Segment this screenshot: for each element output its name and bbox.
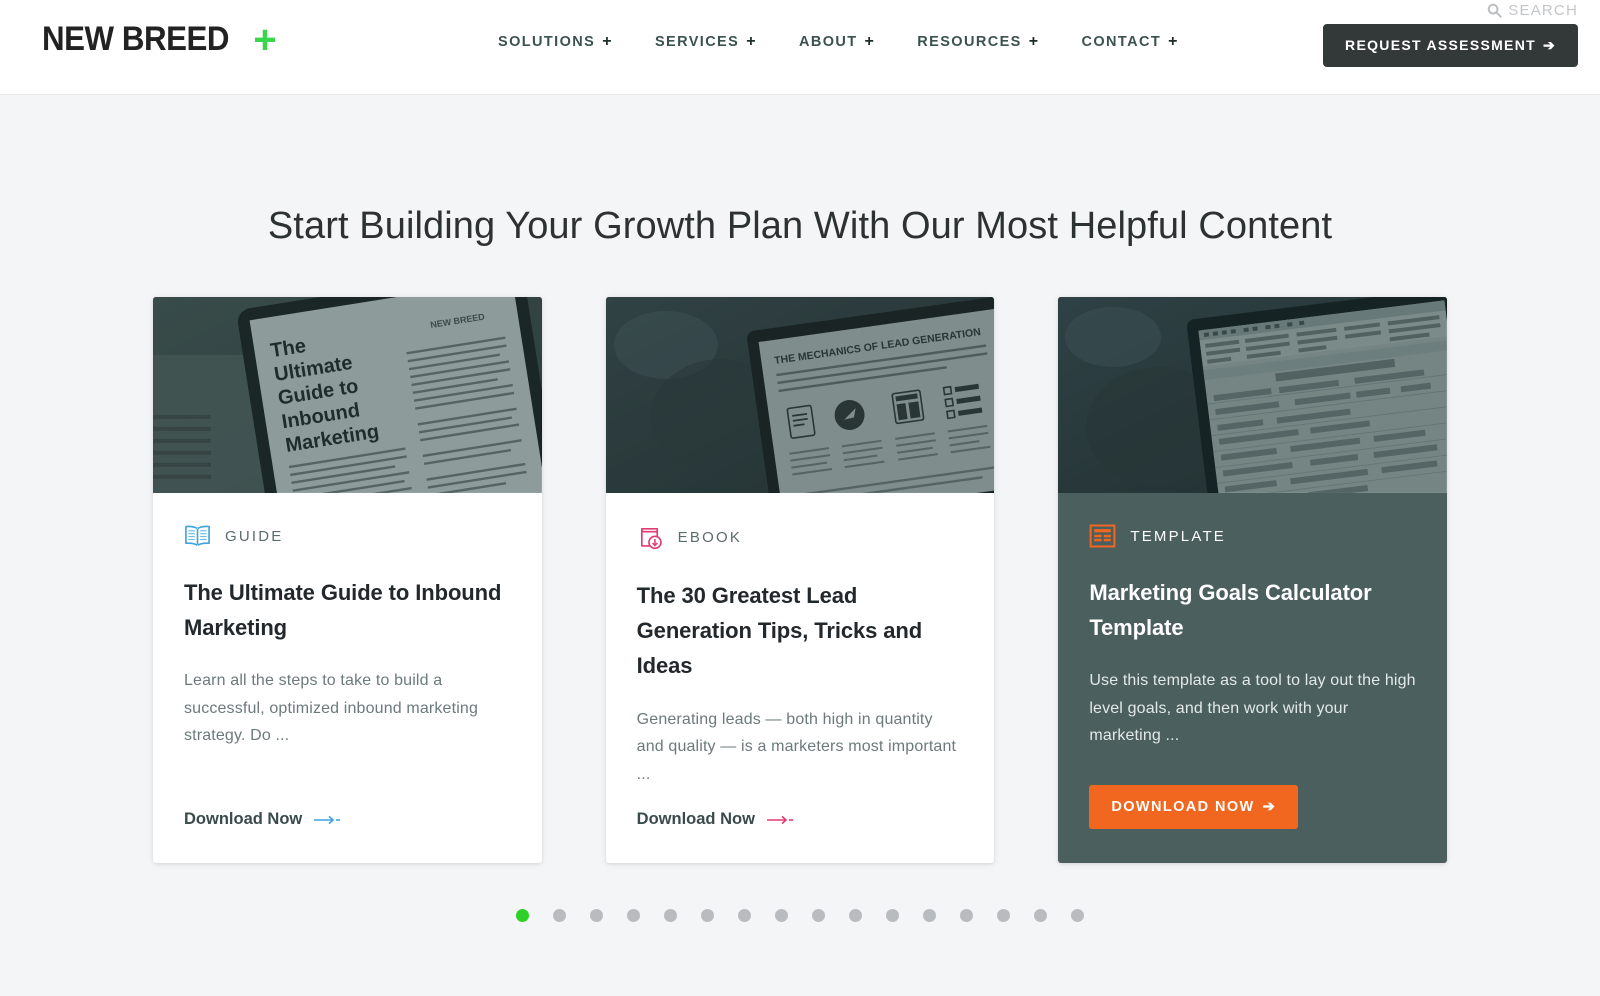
- arrow-right-icon: [766, 815, 793, 824]
- arrow-right-icon: ➔: [1542, 37, 1556, 53]
- content-card-guide[interactable]: The Ultimate Guide to Inbound Marketing NE…: [153, 297, 542, 864]
- nav-item-services[interactable]: SERVICES +: [655, 33, 757, 51]
- card-body-ebook: EBOOK The 30 Greatest Lead Generation Ti…: [606, 493, 995, 863]
- card-image-template-graphic: [1058, 297, 1447, 493]
- nav-item-label: CONTACT: [1081, 34, 1162, 50]
- card-kicker-label: GUIDE: [225, 527, 284, 545]
- card-image-template: [1058, 297, 1448, 493]
- card-description: Generating leads — both high in quantity…: [636, 710, 957, 783]
- download-now-link[interactable]: Download Now: [184, 810, 341, 829]
- carousel-dot[interactable]: [960, 909, 973, 923]
- carousel-pagination: [0, 909, 1600, 923]
- card-description: Use this template as a tool to lay out t…: [1089, 672, 1416, 745]
- content-card-ebook[interactable]: THE MECHANICS OF LEAD GENERATION EBOOK T…: [605, 297, 995, 864]
- card-image-ebook-graphic: THE MECHANICS OF LEAD GENERATION: [605, 297, 995, 493]
- search-label: SEARCH: [1508, 2, 1578, 19]
- open-book-icon: [185, 525, 210, 546]
- carousel-dot[interactable]: [1034, 909, 1047, 923]
- carousel-dot[interactable]: [553, 909, 566, 923]
- logo-plus-icon: +: [253, 17, 277, 62]
- content-card-list: The Ultimate Guide to Inbound Marketing NE…: [153, 297, 1448, 864]
- carousel-dot[interactable]: [701, 909, 714, 923]
- plus-icon: +: [864, 33, 876, 50]
- request-assessment-button[interactable]: REQUEST ASSESSMENT ➔: [1323, 24, 1578, 67]
- carousel-dot[interactable]: [923, 909, 936, 923]
- carousel-dot[interactable]: [1071, 909, 1084, 923]
- carousel-dot[interactable]: [812, 909, 825, 923]
- card-kicker-guide: GUIDE: [184, 524, 511, 548]
- card-body-template: TEMPLATE Marketing Goals Calculator Temp…: [1058, 493, 1447, 863]
- plus-icon: +: [1028, 33, 1040, 50]
- card-image-guide: The Ultimate Guide to Inbound Marketing NE…: [153, 297, 542, 493]
- nav-item-label: SERVICES: [654, 34, 740, 50]
- content-card-template[interactable]: TEMPLATE Marketing Goals Calculator Temp…: [1058, 297, 1448, 864]
- card-description: Learn all the steps to take to build a s…: [184, 672, 478, 745]
- card-body-guide: GUIDE The Ultimate Guide to Inbound Mark…: [153, 493, 542, 863]
- carousel-dot[interactable]: [516, 909, 529, 923]
- plus-icon: +: [602, 33, 613, 50]
- nav-item-contact[interactable]: CONTACT +: [1081, 33, 1178, 51]
- plus-icon: +: [746, 33, 757, 50]
- carousel-dot[interactable]: [886, 909, 899, 923]
- nav-item-label: SOLUTIONS: [498, 34, 596, 50]
- nav-item-solutions[interactable]: SOLUTIONS +: [498, 33, 613, 51]
- search-icon: [1488, 3, 1502, 18]
- logo[interactable]: NEW BREED +: [42, 17, 277, 62]
- download-now-label: Download Now: [636, 810, 755, 829]
- nav-item-resources[interactable]: RESOURCES +: [917, 33, 1039, 51]
- carousel-dot[interactable]: [849, 909, 862, 923]
- download-now-link[interactable]: Download Now: [637, 810, 793, 829]
- page-title: Start Building Your Growth Plan With Our…: [267, 205, 1333, 247]
- carousel-dot[interactable]: [590, 909, 603, 923]
- nav-item-about[interactable]: ABOUT +: [799, 33, 875, 51]
- nav-item-label: ABOUT: [798, 34, 858, 50]
- ebook-download-icon: [640, 528, 662, 550]
- card-image-guide-graphic: TheUltimate Guide toInbound Marketing NE…: [153, 297, 542, 493]
- card-kicker-label: EBOOK: [677, 529, 743, 546]
- card-title: The 30 Greatest Lead Generation Tips, Tr…: [636, 583, 923, 679]
- card-title: Marketing Goals Calculator Template: [1089, 580, 1372, 641]
- main-navigation: SOLUTIONS + SERVICES + ABOUT + RESOURCES…: [498, 33, 1179, 51]
- card-kicker-ebook: EBOOK: [637, 524, 964, 551]
- carousel-dot[interactable]: [775, 909, 788, 923]
- search-button[interactable]: SEARCH: [1487, 2, 1578, 19]
- card-kicker-template: TEMPLATE: [1089, 524, 1416, 548]
- card-kicker-label: TEMPLATE: [1130, 527, 1227, 545]
- carousel-dot[interactable]: [627, 909, 640, 923]
- arrow-right-icon: [314, 815, 341, 824]
- nav-item-label: RESOURCES: [917, 34, 1022, 50]
- download-now-button[interactable]: DOWNLOAD NOW ➔: [1089, 785, 1299, 830]
- download-now-label: DOWNLOAD NOW: [1111, 799, 1255, 816]
- card-title: The Ultimate Guide to Inbound Marketing: [184, 580, 502, 641]
- template-document-icon: [1089, 524, 1116, 548]
- carousel-dot[interactable]: [997, 909, 1010, 923]
- logo-text: NEW BREED: [42, 20, 230, 58]
- download-now-label: Download Now: [184, 810, 303, 829]
- plus-icon: +: [1168, 33, 1179, 50]
- site-header: SEARCH NEW BREED + SOLUTIONS + SERVICES …: [0, 0, 1600, 95]
- request-assessment-label: REQUEST ASSESSMENT: [1345, 37, 1536, 53]
- card-image-ebook: THE MECHANICS OF LEAD GENERATION: [605, 297, 995, 493]
- carousel-dot[interactable]: [664, 909, 677, 923]
- arrow-right-icon: ➔: [1262, 799, 1277, 816]
- carousel-dot[interactable]: [738, 909, 751, 923]
